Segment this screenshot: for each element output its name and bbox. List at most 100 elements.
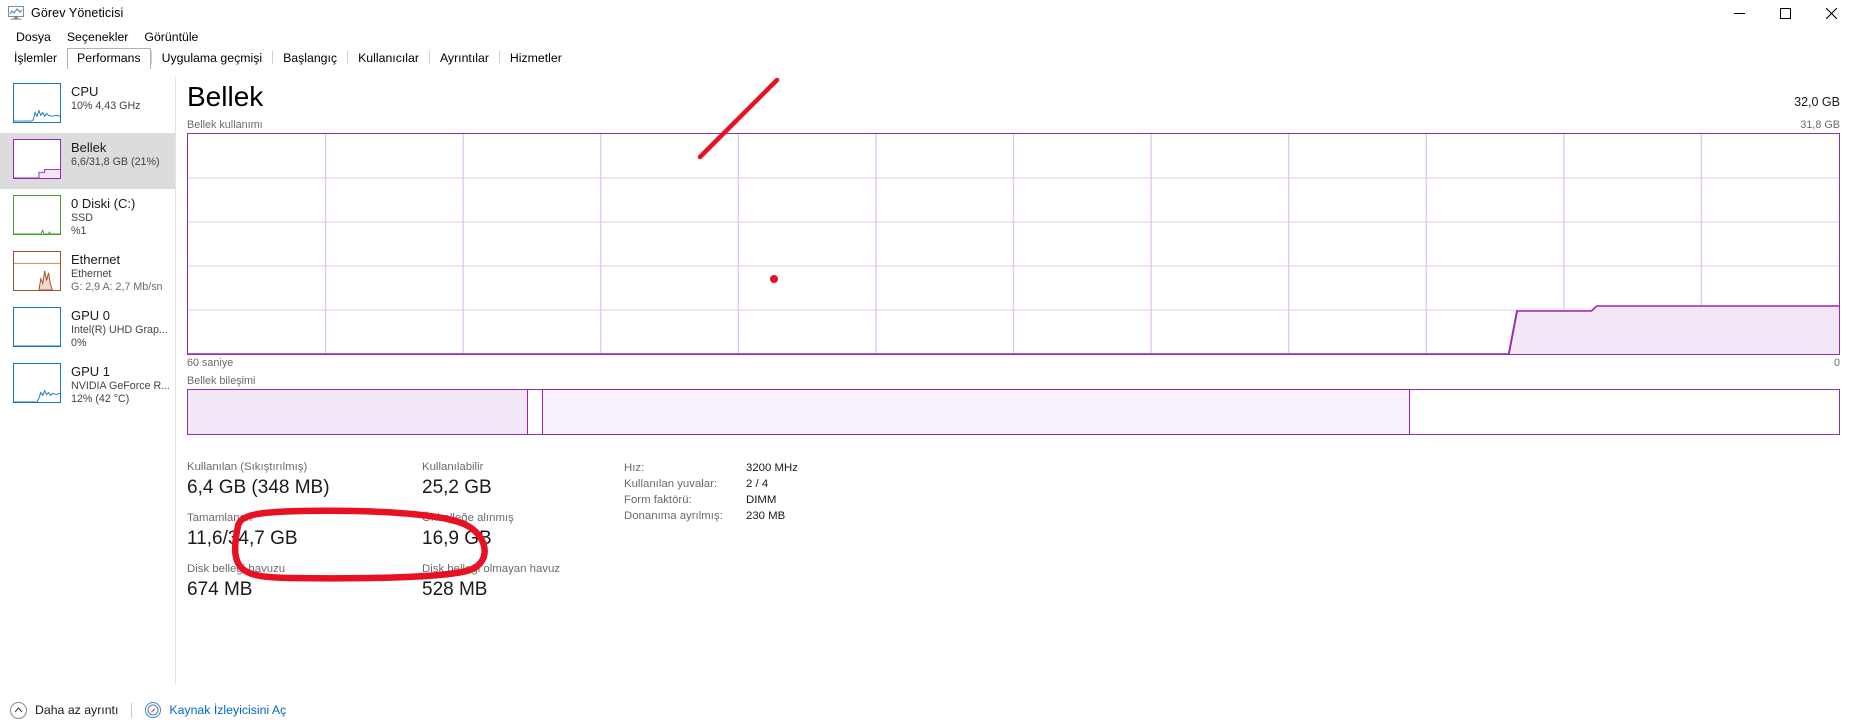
stat-value: 25,2 GB <box>422 477 492 498</box>
sidebar-item-ethernet[interactable]: Ethernet Ethernet G: 2,9 A: 2,7 Mb/sn <box>0 245 175 301</box>
stat-value: 11,6/34,7 GB <box>187 528 298 549</box>
memory-composition-bar[interactable] <box>187 389 1840 435</box>
sidebar-item-sub2: G: 2,9 A: 2,7 Mb/sn <box>71 281 163 293</box>
sidebar-item-sub2: %1 <box>71 225 87 237</box>
panel-divider <box>175 77 176 685</box>
tab-uygulama-gecmisi[interactable]: Uygulama geçmişi <box>152 48 272 69</box>
sidebar-item-gpu-0[interactable]: GPU 0 Intel(R) UHD Grap... 0% <box>0 301 175 357</box>
graph-header: Bellek kullanımı 31,8 GB <box>187 119 1840 131</box>
stat-label: Kullanılan (Sıkıştırılmış) <box>187 461 308 473</box>
spec-slots-used: Kullanılan yuvalar: 2 / 4 <box>624 476 798 492</box>
spec-label: Kullanılan yuvalar: <box>624 478 718 490</box>
content-body: CPU 10% 4,43 GHz Bellek 6,6/31,8 GB (21%… <box>0 69 1854 693</box>
tab-strip: İşlemler Performans Uygulama geçmişi Baş… <box>0 47 1854 70</box>
close-button[interactable] <box>1808 0 1854 26</box>
chevron-up-icon[interactable] <box>10 701 27 719</box>
spec-label: Donanıma ayrılmış: <box>624 510 723 522</box>
stat-label: Disk belleği olmayan havuz <box>422 563 561 575</box>
sidebar-item-label: Bellek <box>71 140 107 155</box>
sidebar-item-sub1: Intel(R) UHD Grap... <box>71 324 168 336</box>
spec-label: Hız: <box>624 462 645 474</box>
sidebar-item-label: Ethernet <box>71 252 121 267</box>
memory-thumbnail-graph <box>13 139 61 179</box>
resource-sidebar: CPU 10% 4,43 GHz Bellek 6,6/31,8 GB (21%… <box>0 69 175 693</box>
stat-cached: Önbelleğe alınmış 16,9 GB <box>422 510 602 551</box>
tab-islemler[interactable]: İşlemler <box>4 48 67 69</box>
spec-form-factor: Form faktörü: DIMM <box>624 492 798 508</box>
maximize-button[interactable] <box>1762 0 1808 26</box>
window-title: Görev Yöneticisi <box>31 6 124 20</box>
spec-value: 3200 MHz <box>746 462 798 474</box>
tab-baslangic[interactable]: Başlangıç <box>273 48 347 69</box>
memory-specifications: Hız: 3200 MHz Kullanılan yuvalar: 2 / 4 … <box>624 459 798 612</box>
sidebar-item-disk-0[interactable]: 0 Diski (C:) SSD %1 <box>0 189 175 245</box>
menu-item-secenekler[interactable]: Seçenekler <box>59 28 137 46</box>
performance-detail-inner: Bellek 32,0 GB Bellek kullanımı 31,8 GB <box>175 69 1840 693</box>
sidebar-item-sub1: Ethernet <box>71 268 112 280</box>
tab-ayrintilar[interactable]: Ayrıntılar <box>430 48 499 69</box>
menu-item-goruntule[interactable]: Görüntüle <box>136 28 206 46</box>
memory-usage-graph[interactable] <box>187 133 1840 355</box>
graph-axis-labels: 60 saniye 0 <box>187 357 1840 369</box>
sidebar-item-sub1: NVIDIA GeForce R... <box>71 380 169 392</box>
resource-monitor-icon <box>145 702 162 718</box>
fewer-details-button[interactable]: Daha az ayrıntı <box>35 703 118 717</box>
cpu-thumbnail-graph <box>13 83 61 123</box>
page-title: Bellek <box>187 81 264 112</box>
sidebar-item-label: 0 Diski (C:) <box>71 196 136 211</box>
statistics-column-middle: Kullanılabilir 25,2 GB Önbelleğe alınmış… <box>422 459 602 612</box>
performance-detail-panel: Bellek 32,0 GB Bellek kullanımı 31,8 GB <box>175 69 1854 693</box>
stat-label: Tamamlanan <box>187 512 253 524</box>
spec-value: DIMM <box>746 494 777 506</box>
spec-speed: Hız: 3200 MHz <box>624 460 798 476</box>
axis-left-label: 60 saniye <box>187 357 234 369</box>
stat-committed: Tamamlanan 11,6/34,7 GB <box>187 510 422 551</box>
tab-kullanicilar[interactable]: Kullanıcılar <box>348 48 429 69</box>
spec-value: 2 / 4 <box>746 478 769 490</box>
memory-usage-plot <box>188 134 1839 354</box>
sidebar-item-sub1: 6,6/31,8 GB (21%) <box>71 156 160 168</box>
composition-segment-free[interactable] <box>1409 390 1839 434</box>
graph-title-label: Bellek kullanımı <box>187 119 263 131</box>
sidebar-item-sub2: 12% (42 °C) <box>71 393 130 405</box>
footer-separator <box>131 702 133 718</box>
memory-statistics: Kullanılan (Sıkıştırılmış) 6,4 GB (348 M… <box>187 459 1840 612</box>
tab-performans[interactable]: Performans <box>67 48 151 70</box>
minimize-button[interactable] <box>1716 0 1762 26</box>
sidebar-item-cpu-text: CPU 10% 4,43 GHz <box>71 83 141 113</box>
disk-thumbnail-graph <box>13 195 61 235</box>
memory-composition-label: Bellek bileşimi <box>187 375 256 387</box>
spec-hardware-reserved: Donanıma ayrılmış: 230 MB <box>624 508 798 524</box>
sidebar-item-gpu-0-text: GPU 0 Intel(R) UHD Grap... 0% <box>71 307 168 350</box>
composition-segment-in-use[interactable] <box>188 390 529 434</box>
tab-hizmetler[interactable]: Hizmetler <box>500 48 572 69</box>
composition-segment-standby[interactable] <box>542 390 1410 434</box>
sidebar-item-disk-0-text: 0 Diski (C:) SSD %1 <box>71 195 135 238</box>
axis-right-label: 0 <box>1833 357 1840 369</box>
title-bar: Görev Yöneticisi <box>0 0 1854 26</box>
ethernet-thumbnail-graph <box>13 251 61 291</box>
stat-available: Kullanılabilir 25,2 GB <box>422 459 602 500</box>
sidebar-item-gpu-1-text: GPU 1 NVIDIA GeForce R... 12% (42 °C) <box>71 363 169 406</box>
stat-used-compressed: Kullanılan (Sıkıştırılmış) 6,4 GB (348 M… <box>187 459 422 500</box>
stat-value: 528 MB <box>422 579 488 600</box>
stat-value: 6,4 GB (348 MB) <box>187 477 330 498</box>
title-bar-left: Görev Yöneticisi <box>0 6 123 20</box>
open-resource-monitor-link[interactable]: Kaynak İzleyicisini Aç <box>169 703 286 717</box>
sidebar-item-cpu[interactable]: CPU 10% 4,43 GHz <box>0 77 175 133</box>
stat-paged-pool: Disk belleği havuzu 674 MB <box>187 561 422 602</box>
menu-bar: Dosya Seçenekler Görüntüle <box>0 26 1854 47</box>
stat-label: Disk belleği havuzu <box>187 563 286 575</box>
memory-header: Bellek 32,0 GB <box>187 69 1840 113</box>
sidebar-item-gpu-1[interactable]: GPU 1 NVIDIA GeForce R... 12% (42 °C) <box>0 357 175 413</box>
gpu-0-thumbnail-graph <box>13 307 61 347</box>
sidebar-item-memory-text: Bellek 6,6/31,8 GB (21%) <box>71 139 160 169</box>
task-manager-window: Görev Yöneticisi Dosya Seçenekler Görünt… <box>0 0 1854 727</box>
spec-label: Form faktörü: <box>624 494 692 506</box>
stat-nonpaged-pool: Disk belleği olmayan havuz 528 MB <box>422 561 602 602</box>
composition-segment-modified[interactable] <box>528 390 543 434</box>
total-capacity-label: 32,0 GB <box>1794 95 1840 109</box>
menu-item-dosya[interactable]: Dosya <box>8 28 59 46</box>
sidebar-item-memory[interactable]: Bellek 6,6/31,8 GB (21%) <box>0 133 175 189</box>
sidebar-item-label: GPU 1 <box>71 364 111 379</box>
